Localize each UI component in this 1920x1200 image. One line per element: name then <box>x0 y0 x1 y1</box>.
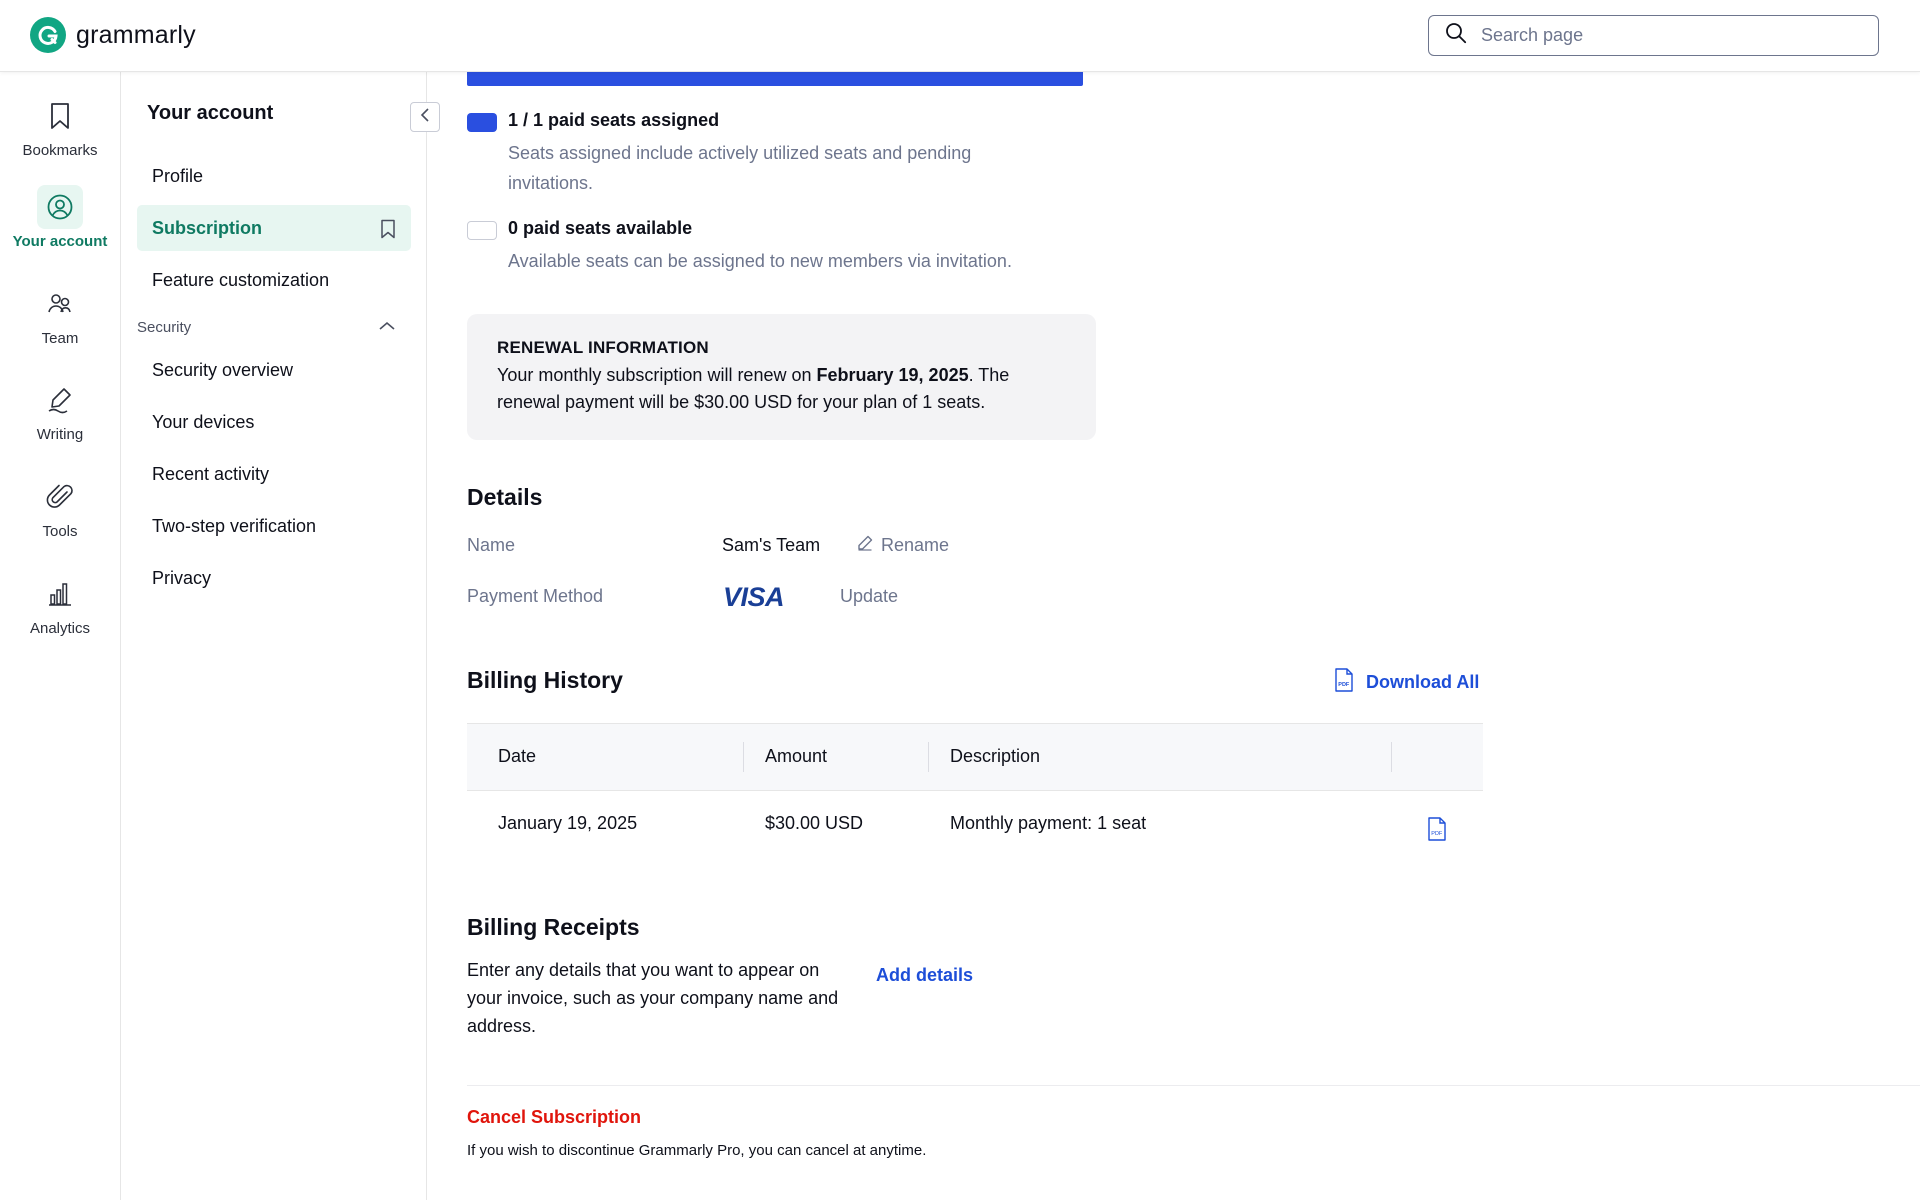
chevron-up-icon <box>378 319 396 336</box>
search-box[interactable] <box>1428 15 1879 56</box>
paperclip-icon <box>37 475 83 519</box>
payment-method-label: Payment Method <box>467 586 604 606</box>
grammarly-logo-icon <box>30 17 66 53</box>
renewal-text: Your monthly subscription will renew on … <box>497 362 1066 416</box>
pdf-file-icon: PDF <box>1334 668 1354 697</box>
renewal-date: February 19, 2025 <box>816 365 969 385</box>
sidebar-item-label: Feature customization <box>152 269 330 290</box>
sidebar-item-label: Privacy <box>152 567 212 588</box>
user-circle-icon <box>37 185 83 229</box>
bookmark-icon <box>37 94 83 138</box>
rail-item-analytics[interactable]: Analytics <box>0 572 120 637</box>
rail-label: Tools <box>42 523 78 540</box>
svg-text:PDF: PDF <box>1431 831 1443 837</box>
billing-receipts-text: Enter any details that you want to appea… <box>467 960 839 1036</box>
sidebar-item-recent-activity[interactable]: Recent activity <box>137 451 411 497</box>
account-sidebar: Your account Profile Subscription Featur… <box>121 72 440 1200</box>
assigned-swatch <box>467 113 497 132</box>
pencil-icon <box>857 535 873 556</box>
brand-name: grammarly <box>76 20 196 49</box>
row-amount: $30.00 USD <box>765 813 864 833</box>
sidebar-title: Your account <box>147 102 274 124</box>
rail-label: Analytics <box>29 620 91 637</box>
rail-item-team[interactable]: Team <box>0 282 120 347</box>
visa-logo: VISA <box>723 582 785 612</box>
bar-chart-icon <box>37 572 83 616</box>
seats-available-description: Available seats can be assigned to new m… <box>508 251 1012 271</box>
icon-rail: Bookmarks Your account Team Writing Tool… <box>0 72 121 1200</box>
sidebar-item-two-step-verification[interactable]: Two-step verification <box>137 503 411 549</box>
security-section-toggle[interactable]: Security <box>137 315 411 339</box>
download-all-label: Download All <box>1366 672 1480 692</box>
table-row: January 19, 2025 $30.00 USD Monthly paym… <box>467 791 1483 859</box>
grammarly-logo[interactable]: grammarly <box>30 17 196 53</box>
sidebar-item-profile[interactable]: Profile <box>137 153 411 199</box>
sidebar-item-label: Profile <box>152 165 204 186</box>
row-date: January 19, 2025 <box>498 813 638 833</box>
column-divider <box>928 742 929 772</box>
column-header-amount: Amount <box>765 746 828 766</box>
main-content: 1 / 1 paid seats assigned Seats assigned… <box>427 72 1920 1200</box>
rail-item-tools[interactable]: Tools <box>0 475 120 540</box>
rail-label: Writing <box>36 426 84 443</box>
sidebar-item-subscription[interactable]: Subscription <box>137 205 411 251</box>
sidebar-item-privacy[interactable]: Privacy <box>137 555 411 601</box>
pdf-download-icon[interactable]: PDF <box>1427 817 1447 846</box>
seat-usage-bar <box>467 72 1083 86</box>
search-icon <box>1445 22 1467 49</box>
download-all-button[interactable]: PDF Download All <box>1334 668 1479 697</box>
renewal-text-before: Your monthly subscription will renew on <box>497 365 817 385</box>
sidebar-item-label: Subscription <box>152 217 263 238</box>
sidebar-item-label: Recent activity <box>152 463 270 484</box>
sidebar-item-your-devices[interactable]: Your devices <box>137 399 411 445</box>
cancel-subscription-button[interactable]: Cancel Subscription <box>467 1107 641 1128</box>
team-name: Sam's Team <box>722 535 821 555</box>
billing-history-heading: Billing History <box>467 667 623 693</box>
top-bar: grammarly <box>0 0 1920 72</box>
svg-text:PDF: PDF <box>1338 682 1350 688</box>
rename-button[interactable]: Rename <box>857 535 949 556</box>
divider <box>467 1085 1920 1086</box>
search-input[interactable] <box>1481 25 1861 46</box>
details-heading: Details <box>467 484 543 510</box>
name-label: Name <box>467 535 516 555</box>
seats-available-title: 0 paid seats available <box>508 218 693 238</box>
renewal-heading: RENEWAL INFORMATION <box>497 338 709 357</box>
sidebar-item-label: Two-step verification <box>152 515 317 536</box>
rail-label: Bookmarks <box>22 142 98 159</box>
seats-assigned-title: 1 / 1 paid seats assigned <box>508 110 720 130</box>
rail-label: Team <box>41 330 79 347</box>
column-divider <box>1391 742 1392 772</box>
update-label: Update <box>840 586 899 606</box>
cancel-note: If you wish to discontinue Grammarly Pro… <box>467 1142 927 1159</box>
team-icon <box>37 282 83 326</box>
sidebar-item-label: Your devices <box>152 411 255 432</box>
column-header-description: Description <box>950 746 1041 766</box>
add-details-button[interactable]: Add details <box>876 965 973 986</box>
billing-history-table: Date Amount Description January 19, 2025… <box>467 723 1483 859</box>
rename-label: Rename <box>881 535 950 555</box>
billing-receipts-heading: Billing Receipts <box>467 914 640 940</box>
column-divider <box>743 742 744 772</box>
table-header-row: Date Amount Description <box>467 723 1483 791</box>
sidebar-item-label: Security overview <box>152 359 294 380</box>
column-header-date: Date <box>498 746 537 766</box>
row-description: Monthly payment: 1 seat <box>950 813 1147 833</box>
renewal-info-box: RENEWAL INFORMATION Your monthly subscri… <box>467 314 1096 440</box>
rail-item-writing[interactable]: Writing <box>0 378 120 443</box>
rail-item-your-account[interactable]: Your account <box>0 185 120 250</box>
rail-item-bookmarks[interactable]: Bookmarks <box>0 94 120 159</box>
pen-icon <box>37 378 83 422</box>
update-payment-button[interactable]: Update <box>840 586 898 607</box>
section-heading: Security <box>137 318 192 336</box>
bookmark-icon[interactable] <box>380 219 396 244</box>
seats-assigned-description: Seats assigned include actively utilized… <box>508 143 972 193</box>
available-swatch <box>467 221 497 240</box>
sidebar-item-feature-customization[interactable]: Feature customization <box>137 257 411 303</box>
sidebar-item-security-overview[interactable]: Security overview <box>137 347 411 393</box>
rail-label: Your account <box>12 233 108 250</box>
